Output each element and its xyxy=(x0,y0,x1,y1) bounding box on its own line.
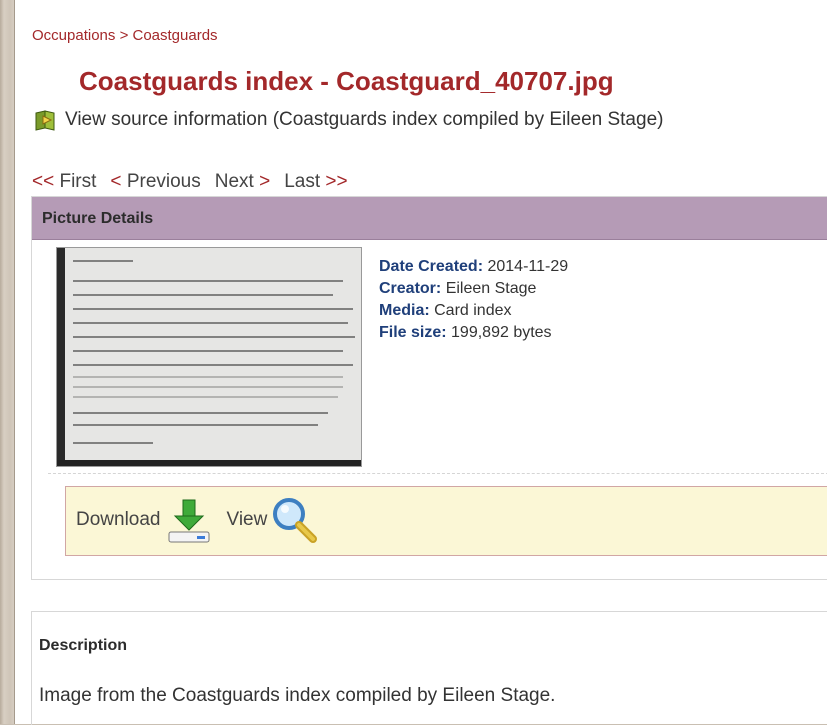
card-text-line xyxy=(73,386,343,388)
picture-metadata: Date Created: 2014-11-29 Creator: Eileen… xyxy=(379,256,568,344)
card-text-line xyxy=(73,280,343,282)
magnifier-icon[interactable] xyxy=(269,495,319,545)
previous-link[interactable]: < Previous xyxy=(110,171,200,193)
file-size-value: 199,892 bytes xyxy=(451,324,552,341)
previous-arrow: < xyxy=(110,171,122,192)
next-link[interactable]: Next > xyxy=(215,171,270,193)
card-text-line xyxy=(73,260,133,262)
card-text-line xyxy=(73,412,328,414)
media-row: Media: Card index xyxy=(379,300,568,322)
picture-details-heading: Picture Details xyxy=(32,197,827,240)
media-label: Media: xyxy=(379,302,430,319)
next-label: Next xyxy=(214,171,254,192)
creator-value: Eileen Stage xyxy=(445,280,537,297)
card-text-line xyxy=(73,322,348,324)
date-created-value: 2014-11-29 xyxy=(487,258,569,275)
date-created-row: Date Created: 2014-11-29 xyxy=(379,256,568,278)
card-text-line xyxy=(73,350,343,352)
first-link[interactable]: << First xyxy=(32,171,96,193)
card-text-line xyxy=(73,294,333,296)
previous-label: Previous xyxy=(126,171,201,192)
picture-details-panel: Picture Details Date Created: 2014-11-29… xyxy=(31,196,827,580)
index-card-thumbnail[interactable] xyxy=(56,247,362,467)
details-divider xyxy=(48,473,827,474)
breadcrumb: Occupations > Coastguards xyxy=(32,27,218,44)
breadcrumb-occupations[interactable]: Occupations xyxy=(32,27,115,44)
file-size-row: File size: 199,892 bytes xyxy=(379,322,568,344)
card-text-line xyxy=(73,424,318,426)
description-panel: Description Image from the Coastguards i… xyxy=(31,611,827,725)
actions-box: Download View xyxy=(65,486,827,556)
last-arrow: >> xyxy=(325,171,348,192)
card-text-line xyxy=(73,364,353,366)
pagination: << First < Previous Next > Last >> xyxy=(32,171,362,193)
page-title: Coastguards index - Coastguard_40707.jpg xyxy=(79,66,614,96)
download-link[interactable]: Download xyxy=(76,509,161,531)
card-text-line xyxy=(73,442,153,444)
card-text-line xyxy=(73,396,338,398)
file-size-label: File size: xyxy=(379,324,447,341)
thumbnail-edge xyxy=(57,460,361,466)
view-source-link[interactable]: View source information (Coastguards ind… xyxy=(33,108,663,132)
media-value: Card index xyxy=(434,302,512,319)
description-text: Image from the Coastguards index compile… xyxy=(39,685,556,706)
card-text-line xyxy=(73,376,343,378)
view-source-text: View source information (Coastguards ind… xyxy=(65,109,664,130)
thumbnail-edge xyxy=(57,248,65,466)
last-label: Last xyxy=(284,171,321,192)
description-heading: Description xyxy=(39,637,128,654)
next-arrow: > xyxy=(259,171,271,192)
first-arrow: << xyxy=(32,171,55,192)
book-icon xyxy=(35,110,55,131)
view-link[interactable]: View xyxy=(227,509,268,531)
first-label: First xyxy=(59,171,97,192)
breadcrumb-coastguards[interactable]: Coastguards xyxy=(133,27,218,44)
date-created-label: Date Created: xyxy=(379,258,484,275)
breadcrumb-separator: > xyxy=(119,27,129,44)
card-text-line xyxy=(73,336,355,338)
actions-row: Download View xyxy=(76,495,319,545)
content-page: Occupations > Coastguards Coastguards in… xyxy=(14,0,827,725)
card-text-line xyxy=(73,308,353,310)
creator-row: Creator: Eileen Stage xyxy=(379,278,568,300)
download-icon[interactable] xyxy=(163,496,215,544)
creator-label: Creator: xyxy=(379,280,442,297)
last-link[interactable]: Last >> xyxy=(284,171,347,193)
